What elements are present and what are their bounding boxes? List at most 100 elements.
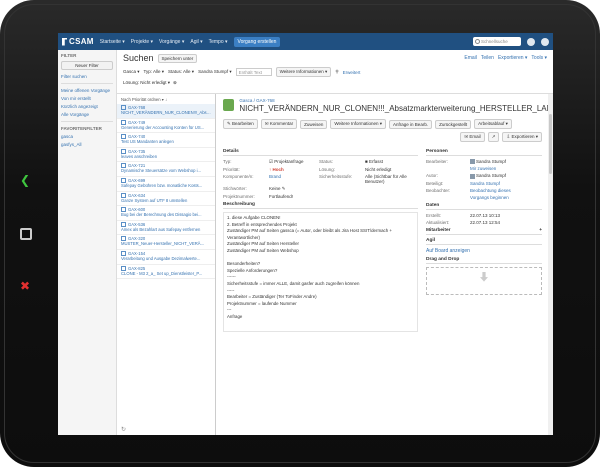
watch-link[interactable]: Beobachtung dieses bbox=[470, 188, 542, 193]
view-on-board-link[interactable]: Auf Board anzeigen bbox=[426, 248, 470, 254]
agile-heading: Agil bbox=[426, 238, 542, 245]
field-label: Priorität: bbox=[223, 167, 240, 172]
email-button[interactable]: ✉ Email bbox=[460, 132, 485, 142]
breadcrumb[interactable]: Gasca / GAX-768 bbox=[239, 98, 542, 103]
email-link[interactable]: Email bbox=[464, 55, 477, 61]
people-grid: Bearbeiter: Sandra Stumpf Mir zuweisen Au… bbox=[426, 159, 542, 200]
home-icon[interactable] bbox=[20, 228, 32, 240]
list-item[interactable]: GAX-154 Verarbeitung und Ausgabe Dezimalw… bbox=[117, 250, 215, 265]
list-item[interactable]: GAX-320 MUSTER_Neuer-Hersteller_NICHT_VER… bbox=[117, 235, 215, 250]
list-item[interactable]: GAX-768 NICHT_VERÄNDERN_NUR_CLONEN!!!_Abs… bbox=[117, 104, 215, 119]
assign-button[interactable]: Zuweisen bbox=[300, 119, 328, 129]
component-link[interactable]: Brand bbox=[269, 174, 319, 184]
issue-summary: Generierung der Accounting Konten für US… bbox=[121, 124, 205, 130]
description-heading-text: Beschreibung bbox=[223, 202, 255, 207]
list-item[interactable]: GAX-536 Amex als Bezahlart aus Safepay en… bbox=[117, 221, 215, 236]
labels-value[interactable]: Keine ✎ bbox=[269, 186, 319, 192]
field-label: Erstellt: bbox=[426, 212, 442, 218]
issue-summary: Test US Mandanten anlegen bbox=[121, 139, 174, 145]
assignee-name: Sandra Stumpf bbox=[476, 159, 507, 164]
favorite-filter-gasfys[interactable]: gasfys_All bbox=[61, 142, 113, 147]
quick-search-input[interactable]: Schnellsuche bbox=[473, 37, 521, 46]
field-label bbox=[426, 166, 470, 171]
clear-filter-icon[interactable]: ⊗ bbox=[173, 80, 177, 86]
list-item[interactable]: GAX-825 CLONE - M3 2_a_ Set up_Dienstleis… bbox=[117, 265, 215, 280]
nav-agil[interactable]: Agil ▾ bbox=[190, 39, 202, 45]
priority-value: ↑ Hoch bbox=[269, 167, 284, 172]
add-icon[interactable]: + bbox=[539, 228, 542, 233]
create-issue-button[interactable]: Vorgang erstellen bbox=[233, 36, 281, 47]
advanced-search-link[interactable]: Erweitert bbox=[343, 70, 361, 75]
updated-value: 22.07.13 12:54 bbox=[470, 219, 501, 225]
assign-to-me-link[interactable]: Mir zuweisen bbox=[470, 166, 542, 171]
assignee-filter[interactable]: Sandra Stumpf ▾ bbox=[198, 69, 232, 75]
field-label: Bearbeiter: bbox=[426, 159, 449, 164]
empty-cell bbox=[365, 186, 418, 192]
edit-button[interactable]: ✎ Bearbeiten bbox=[223, 119, 258, 129]
page-title: Suchen bbox=[123, 53, 154, 63]
save-as-button[interactable]: Speichern unter bbox=[157, 53, 198, 63]
app-logo[interactable]: CSAM bbox=[62, 37, 94, 46]
issue-summary: Safepay Gebühren bzw. monatliche Kosts..… bbox=[121, 182, 203, 188]
list-item[interactable]: GAX-600 Bug bei der Berechnung des Dissag… bbox=[117, 206, 215, 221]
search-header: Suchen Speichern unter Email Teilen Expo… bbox=[117, 50, 553, 66]
issue-toolbar: ✎ Bearbeiten ✉ Kommentar Zuweisen Weiter… bbox=[223, 119, 542, 129]
back-icon[interactable]: ❮ bbox=[20, 174, 30, 186]
comment-button[interactable]: ✉ Kommentar bbox=[260, 119, 298, 129]
search-icon[interactable]: ⚲ bbox=[335, 69, 338, 75]
share-link[interactable]: Teilen bbox=[481, 55, 494, 61]
field-label: Autor: bbox=[426, 173, 439, 179]
list-item[interactable]: GAX-749 Generierung der Accounting Konten… bbox=[117, 119, 215, 134]
divider bbox=[61, 83, 113, 84]
field-label bbox=[426, 195, 470, 200]
drop-zone[interactable] bbox=[426, 266, 542, 295]
filter-all-issues[interactable]: Alle Vorgänge bbox=[61, 112, 113, 117]
user-avatar-icon[interactable] bbox=[541, 37, 549, 46]
list-item[interactable]: GAX-699 Safepay Gebühren bzw. monatliche … bbox=[117, 177, 215, 192]
status-filter[interactable]: Status: Alle ▾ bbox=[168, 69, 194, 75]
resolution-value: Nicht erledigt bbox=[365, 167, 392, 172]
in-progress-button[interactable]: Anfrage in Bearb. bbox=[389, 119, 433, 129]
more-actions-button[interactable]: Weitere Informationen ▾ bbox=[330, 119, 387, 129]
text-filter-input[interactable]: Enthält Text bbox=[235, 68, 272, 76]
list-item[interactable]: GAX-740 Test US Mandanten anlegen bbox=[117, 133, 215, 148]
project-filter[interactable]: Gasca ▾ bbox=[123, 69, 140, 75]
nav-startseite[interactable]: Startseite ▾ bbox=[100, 39, 125, 45]
favorite-filter-gasca[interactable]: gasca bbox=[61, 134, 113, 139]
postpone-button[interactable]: Zurückgestellt bbox=[435, 119, 472, 129]
close-icon[interactable]: ✖ bbox=[20, 280, 30, 292]
filter-recently-viewed[interactable]: Kürzlich angezeigt bbox=[61, 104, 113, 109]
description-body[interactable]: 1. diese Aufgabe CLONEN! 2. Betreff in e… bbox=[223, 212, 418, 332]
scrollbar-thumb[interactable] bbox=[549, 114, 552, 174]
issue-summary: MUSTER_Neuer-Hersteller_NICHT_VERÄ... bbox=[121, 241, 205, 247]
scrollbar[interactable] bbox=[548, 94, 553, 435]
sort-order[interactable]: Nach Priorität ordnen ▾ ↓ bbox=[117, 97, 215, 104]
avatar bbox=[470, 173, 475, 179]
list-item[interactable]: GAX-634 Ganze System auf UTF 8 umstellen bbox=[117, 192, 215, 207]
logo-icon bbox=[62, 37, 67, 46]
find-filters-link[interactable]: Filter suchen bbox=[61, 74, 113, 79]
watch-link-cont[interactable]: Vorgangs beginnen bbox=[470, 195, 542, 200]
workflow-button[interactable]: Arbeitsablauf ▾ bbox=[474, 119, 512, 129]
detail-left-column: Details Typ: ☑ Projektanfrage Status: ■ Erf… bbox=[223, 146, 418, 332]
nav-projekte[interactable]: Projekte ▾ bbox=[131, 39, 153, 45]
help-icon[interactable] bbox=[527, 37, 535, 46]
share-icon[interactable]: ↗ bbox=[487, 132, 500, 142]
refresh-icon[interactable]: ↻ bbox=[121, 426, 126, 433]
resolution-filter[interactable]: Lösung: Nicht erledigt ▾ bbox=[123, 80, 170, 86]
list-item[interactable]: GAX-721 Dynamische Steuersätze vom Websho… bbox=[117, 162, 215, 177]
filter-my-open[interactable]: Meine offenen Vorgänge bbox=[61, 88, 113, 93]
detail-right-column: Personen Bearbeiter: Sandra Stumpf Mir zu… bbox=[426, 146, 542, 332]
new-filter-button[interactable]: Neuer Filter bbox=[61, 61, 113, 70]
export-button[interactable]: ⇩ Exportieren ▾ bbox=[502, 132, 542, 142]
reporter-value: Sandra Stumpf bbox=[470, 173, 542, 179]
tools-link[interactable]: Tools ▾ bbox=[531, 55, 547, 61]
nav-tempo[interactable]: Tempo ▾ bbox=[209, 39, 228, 45]
export-link[interactable]: Exportieren ▾ bbox=[498, 55, 527, 61]
type-filter[interactable]: Typ: Alle ▾ bbox=[144, 69, 165, 75]
participant-link[interactable]: Sandra Stumpf bbox=[470, 181, 542, 186]
list-item[interactable]: GAX-735 leaves anschreiben bbox=[117, 148, 215, 163]
more-criteria-button[interactable]: Weitere Informationen ▾ bbox=[275, 67, 332, 77]
filter-reported-by-me[interactable]: Von mir erstellt bbox=[61, 96, 113, 101]
nav-vorgaenge[interactable]: Vorgänge ▾ bbox=[159, 39, 184, 45]
